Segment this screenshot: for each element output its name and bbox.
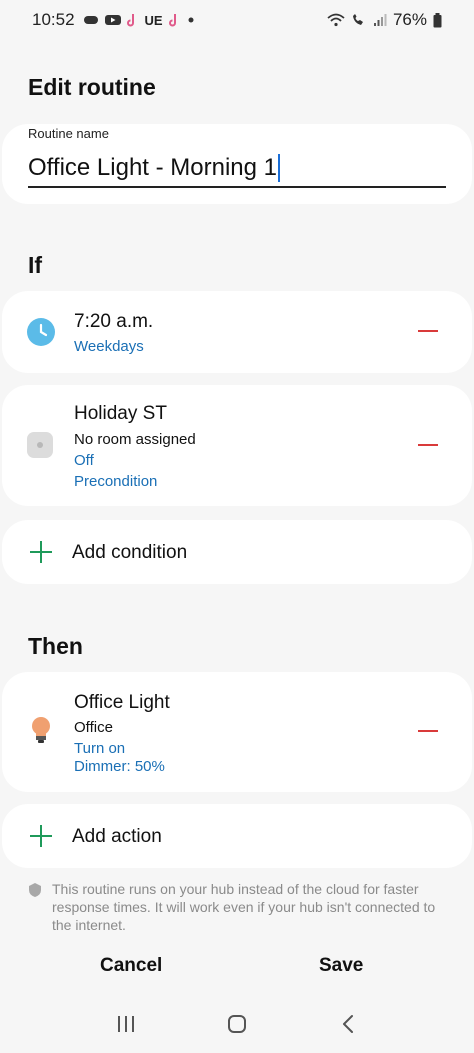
navigation-bar <box>0 995 474 1053</box>
routine-name-card: Routine name Office Light - Morning 1 <box>2 124 472 204</box>
condition-holiday-state: Off <box>74 452 94 469</box>
wifi-icon <box>327 13 345 27</box>
condition-holiday-room: No room assigned <box>74 431 196 448</box>
home-button[interactable] <box>217 1004 257 1044</box>
hub-info: This routine runs on your hub instead of… <box>28 880 448 934</box>
signal-icon <box>373 14 387 26</box>
action-office-light-command: Turn on <box>74 740 126 757</box>
plus-icon <box>30 825 52 847</box>
shield-icon <box>29 883 41 897</box>
recent-apps-button[interactable] <box>106 1004 146 1044</box>
cancel-button[interactable]: Cancel <box>100 955 162 977</box>
status-bar: 10:52 UE 76% <box>0 0 474 40</box>
back-icon <box>343 1015 354 1033</box>
action-office-light-dimmer: Dimmer: 50% <box>74 758 165 775</box>
tiktok-icon <box>126 14 134 27</box>
remove-condition-holiday-button[interactable] <box>418 444 438 446</box>
add-condition-button[interactable]: Add condition <box>2 520 472 584</box>
page-title: Edit routine <box>28 74 156 100</box>
action-office-light-card[interactable]: Office Light Office Turn on Dimmer: 50% <box>2 672 472 792</box>
plus-icon <box>30 541 52 563</box>
device-icon <box>27 432 53 458</box>
text-cursor <box>278 154 281 182</box>
tiktok-icon <box>168 14 176 27</box>
add-action-label: Add action <box>72 826 162 847</box>
back-button[interactable] <box>328 1004 368 1044</box>
save-button[interactable]: Save <box>319 955 363 977</box>
status-right: 76% <box>327 10 442 30</box>
dot-icon <box>188 17 194 23</box>
wifi-call-icon <box>352 14 363 25</box>
then-section-title: Then <box>28 633 83 659</box>
action-office-light-title: Office Light <box>74 692 170 713</box>
condition-time-card[interactable]: 7:20 a.m. Weekdays <box>2 291 472 373</box>
condition-time-weekdays: Weekdays <box>74 338 144 355</box>
status-left: 10:52 UE <box>32 10 195 30</box>
clock-icon <box>27 318 55 346</box>
recent-apps-icon <box>117 1016 134 1032</box>
action-office-light-room: Office <box>74 719 113 736</box>
status-time: 10:52 <box>32 10 75 29</box>
routine-name-label: Routine name <box>28 126 109 141</box>
light-bulb-icon <box>32 717 50 743</box>
routine-name-input[interactable]: Office Light - Morning 1 <box>28 150 446 188</box>
condition-holiday-card[interactable]: Holiday ST No room assigned Off Precondi… <box>2 385 472 506</box>
add-action-button[interactable]: Add action <box>2 804 472 868</box>
notification-icons: UE <box>83 13 195 28</box>
if-section-title: If <box>28 252 43 278</box>
battery-percent: 76% <box>392 10 427 29</box>
routine-name-value: Office Light - Morning 1 <box>28 154 278 181</box>
ue-icon: UE <box>144 12 163 28</box>
condition-holiday-precondition: Precondition <box>74 473 158 490</box>
remove-condition-time-button[interactable] <box>418 330 438 332</box>
condition-holiday-title: Holiday ST <box>74 403 167 424</box>
home-icon <box>227 1015 246 1033</box>
battery-icon <box>433 12 442 27</box>
add-condition-label: Add condition <box>72 542 188 563</box>
remove-action-office-light-button[interactable] <box>418 730 438 732</box>
game-controller-icon <box>83 16 98 24</box>
condition-time-title: 7:20 a.m. <box>74 311 154 332</box>
youtube-icon <box>104 15 121 25</box>
hub-info-text: This routine runs on your hub instead of… <box>52 881 436 933</box>
